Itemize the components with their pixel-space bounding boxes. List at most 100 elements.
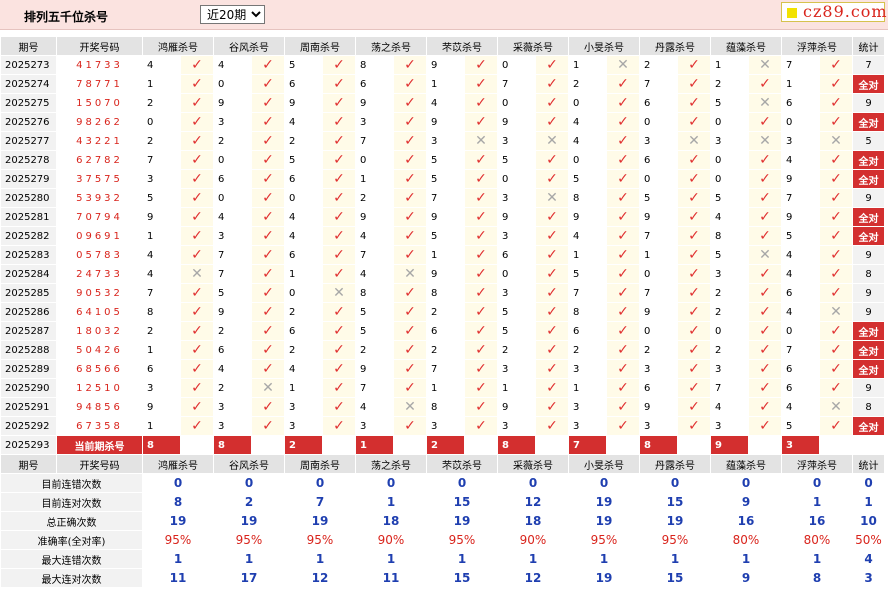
- kill-digit: 6: [213, 169, 252, 189]
- all-correct-badge: 全对: [852, 112, 885, 132]
- check-icon: ✓: [262, 133, 274, 149]
- kill-digit: 1: [284, 378, 323, 398]
- result-cell: ✓: [535, 378, 569, 398]
- check-icon: ✓: [617, 418, 629, 434]
- draw-number: 70794: [56, 207, 143, 227]
- kill-digit: 5: [497, 321, 536, 341]
- current-kill-digit: 8: [142, 435, 181, 455]
- check-icon: ✓: [333, 266, 345, 282]
- draw-number: 09691: [56, 226, 143, 246]
- kill-digit: 0: [639, 169, 678, 189]
- check-icon: ✓: [475, 399, 487, 415]
- kill-digit: 7: [710, 378, 749, 398]
- stats-value: 95%: [213, 530, 285, 550]
- stats-value: 19: [568, 492, 640, 512]
- stats-row: 最大连错次数 1 1 1 1 1 1 1 1 1 1 4: [0, 549, 885, 569]
- result-cell: ✓: [393, 188, 427, 208]
- draw-number: 68566: [56, 359, 143, 379]
- check-icon: ✓: [688, 57, 700, 73]
- draw-number: 15070: [56, 93, 143, 113]
- kill-digit: 5: [426, 150, 465, 170]
- spacer-cell: [322, 435, 356, 455]
- kill-digit: 4: [284, 359, 323, 379]
- result-cell: ✓: [251, 416, 285, 436]
- result-cell: ✓: [393, 150, 427, 170]
- stats-row: 总正确次数 19 19 19 18 19 18 19 19 16 16 10: [0, 511, 885, 531]
- col-header-issue: 期号: [0, 454, 57, 474]
- check-icon: ✓: [546, 209, 558, 225]
- result-cell: ✓: [819, 207, 853, 227]
- result-cell: ✓: [748, 378, 782, 398]
- kill-digit: 7: [568, 283, 607, 303]
- check-icon: ✓: [262, 114, 274, 130]
- stats-value: 9: [710, 492, 782, 512]
- kill-digit: 1: [142, 340, 181, 360]
- result-cell: ✓: [606, 302, 640, 322]
- kill-digit: 4: [710, 397, 749, 417]
- site-logo[interactable]: cz89.com: [781, 2, 887, 22]
- check-icon: ✓: [617, 399, 629, 415]
- col-header-expert: 荡之杀号: [355, 454, 427, 474]
- check-icon: ✓: [688, 266, 700, 282]
- col-header-expert: 丹露杀号: [639, 454, 711, 474]
- stats-value: 15: [639, 568, 711, 588]
- draw-number: 98262: [56, 112, 143, 132]
- kill-digit: 3: [639, 416, 678, 436]
- kill-digit: 1: [426, 378, 465, 398]
- kill-digit: 3: [426, 131, 465, 151]
- table-row: 2025279 37575 3 ✓ 6 ✓ 6 ✓ 1 ✓ 5 ✓ 0 ✓ 5 ✓ 0 ✓ 0 ✓ 9 ✓ 全对: [0, 169, 885, 189]
- check-icon: ✓: [191, 133, 203, 149]
- table-row: 2025283 05783 4 ✓ 7 ✓ 6 ✓ 7 ✓ 1 ✓ 6 ✓ 1 ✓ 1 ✓ 5 ✕ 4 ✓ 9: [0, 245, 885, 265]
- stats-value: 90%: [497, 530, 569, 550]
- result-cell: ✓: [251, 340, 285, 360]
- kill-digit: 6: [497, 245, 536, 265]
- stats-value-total: 3: [852, 568, 885, 588]
- check-icon: ✓: [404, 171, 416, 187]
- result-cell: ✓: [748, 169, 782, 189]
- cross-icon: ✕: [617, 57, 629, 73]
- check-icon: ✓: [262, 228, 274, 244]
- kill-digit: 5: [710, 245, 749, 265]
- check-icon: ✓: [617, 190, 629, 206]
- kill-digit: 0: [213, 74, 252, 94]
- check-icon: ✓: [404, 418, 416, 434]
- kill-digit: 6: [142, 359, 181, 379]
- result-cell: ✓: [180, 378, 214, 398]
- cross-icon: ✕: [404, 399, 416, 415]
- stats-row: 目前连错次数 0 0 0 0 0 0 0 0 0 0 0: [0, 473, 885, 493]
- result-cell: ✓: [322, 416, 356, 436]
- stats-value: 11: [355, 568, 427, 588]
- col-header-expert: 小旻杀号: [568, 454, 640, 474]
- period-select[interactable]: 近20期: [200, 5, 265, 24]
- current-kill-digit: 8: [213, 435, 252, 455]
- issue-number: 2025280: [0, 188, 57, 208]
- result-cell: ✓: [748, 207, 782, 227]
- result-cell: ✓: [322, 359, 356, 379]
- check-icon: ✓: [475, 285, 487, 301]
- check-icon: ✓: [475, 361, 487, 377]
- kill-digit: 3: [355, 112, 394, 132]
- check-icon: ✓: [262, 152, 274, 168]
- check-icon: ✓: [191, 76, 203, 92]
- result-cell: ✓: [464, 169, 498, 189]
- result-cell: ✓: [606, 321, 640, 341]
- result-cell: ✓: [180, 74, 214, 94]
- kill-digit: 4: [284, 112, 323, 132]
- kill-digit: 8: [426, 283, 465, 303]
- stat-count: 9: [852, 245, 885, 265]
- result-cell: ✓: [180, 302, 214, 322]
- result-cell: ✓: [535, 302, 569, 322]
- result-cell: ✓: [322, 55, 356, 75]
- result-cell: ✕: [748, 245, 782, 265]
- result-cell: ✓: [180, 55, 214, 75]
- result-cell: ✓: [606, 169, 640, 189]
- check-icon: ✓: [191, 247, 203, 263]
- kill-digit: 4: [426, 93, 465, 113]
- stats-value: 18: [355, 511, 427, 531]
- result-cell: ✓: [677, 302, 711, 322]
- check-icon: ✓: [830, 95, 842, 111]
- check-icon: ✓: [475, 95, 487, 111]
- kill-digit: 5: [710, 188, 749, 208]
- table-row: 2025285 90532 7 ✓ 5 ✓ 0 ✕ 8 ✓ 8 ✓ 3 ✓ 7 ✓ 7 ✓ 2 ✓ 6 ✓ 9: [0, 283, 885, 303]
- kill-digit: 0: [639, 264, 678, 284]
